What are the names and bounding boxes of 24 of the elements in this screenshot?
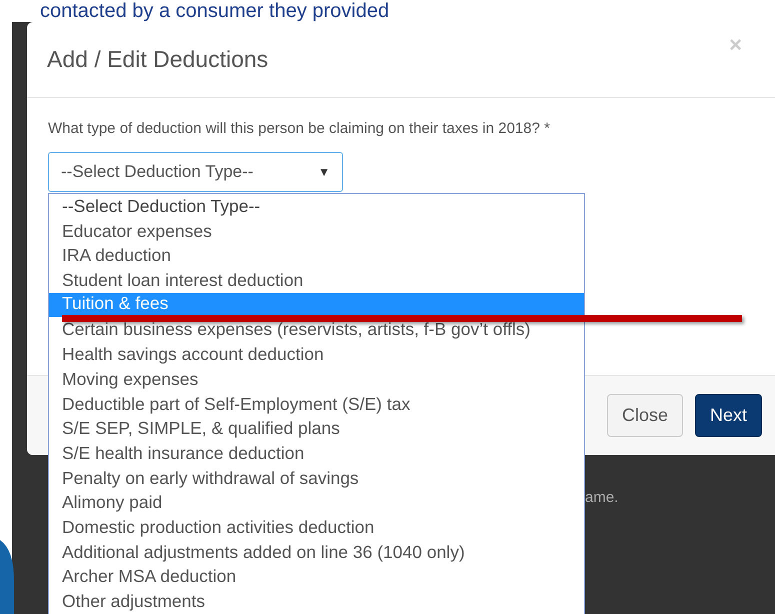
select-value: --Select Deduction Type-- bbox=[61, 160, 254, 183]
dropdown-option[interactable]: Domestic production activities deduction bbox=[49, 514, 584, 540]
dropdown-option[interactable]: Student loan interest deduction bbox=[49, 268, 584, 293]
background-text: ame. bbox=[585, 488, 618, 508]
dropdown-option[interactable]: Health savings account deduction bbox=[49, 342, 584, 367]
deduction-type-select[interactable]: --Select Deduction Type-- ▼ bbox=[48, 152, 343, 192]
modal-title: Add / Edit Deductions bbox=[47, 46, 268, 74]
dropdown-option[interactable]: --Select Deduction Type-- bbox=[49, 194, 584, 219]
caret-icon: ▼ bbox=[318, 162, 330, 180]
dropdown-option[interactable]: IRA deduction bbox=[49, 243, 584, 268]
dropdown-option[interactable]: Other adjustments bbox=[49, 589, 584, 614]
slide-text: contacted by a consumer they provided bbox=[39, 0, 390, 22]
dropdown-option[interactable]: Penalty on early withdrawal of savings bbox=[49, 466, 584, 490]
dropdown-option[interactable]: S/E SEP, SIMPLE, & qualified plans bbox=[49, 416, 584, 441]
dropdown-option[interactable]: Educator expenses bbox=[49, 218, 584, 244]
dropdown-option[interactable]: Additional adjustments added on line 36 (1040 only) bbox=[49, 540, 584, 564]
dropdown-option[interactable]: Moving expenses bbox=[49, 366, 584, 392]
dropdown-option[interactable]: Archer MSA deduction bbox=[49, 564, 584, 589]
dropdown-option[interactable]: Deductible part of Self-Employment (S/E) tax bbox=[49, 392, 584, 416]
dropdown-option[interactable]: S/E health insurance deduction bbox=[49, 440, 584, 466]
dropdown-option[interactable]: Alimony paid bbox=[49, 490, 584, 515]
question-label: What type of deduction will this person be claiming on their taxes in 2018? * bbox=[48, 119, 551, 139]
next-button[interactable]: Next bbox=[694, 394, 762, 437]
close-button[interactable]: Close bbox=[606, 394, 683, 437]
